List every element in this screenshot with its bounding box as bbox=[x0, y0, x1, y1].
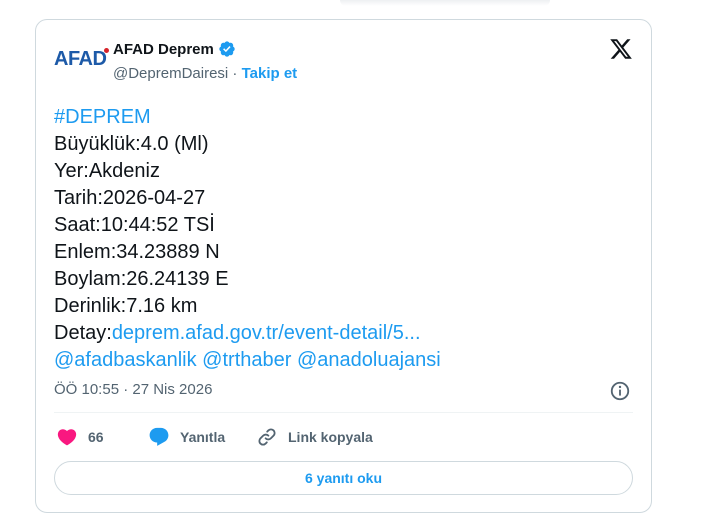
handle-separator: · bbox=[228, 65, 242, 82]
tweet-actions: 66 Yanıtla Link kopyala bbox=[56, 426, 373, 448]
detail-label: Detay: bbox=[54, 322, 112, 344]
logo-text: AFAD bbox=[54, 48, 107, 70]
date-line: Tarih:2026-04-27 bbox=[54, 187, 206, 209]
tweet-body: #DEPREM Büyüklük:4.0 (Ml) Yer:Akdeniz Ta… bbox=[54, 104, 644, 374]
like-count: 66 bbox=[88, 429, 104, 445]
link-icon bbox=[258, 428, 276, 446]
mention-afadbaskanlik[interactable]: @afadbaskanlik bbox=[54, 349, 197, 371]
reply-label: Yanıtla bbox=[180, 429, 226, 445]
follow-button[interactable]: Takip et bbox=[242, 65, 298, 82]
copy-link-button[interactable]: Link kopyala bbox=[256, 426, 373, 448]
copy-link-label: Link kopyala bbox=[288, 429, 373, 445]
mention-anadoluajansi[interactable]: @anadoluajansi bbox=[297, 349, 441, 371]
location-line: Yer:Akdeniz bbox=[54, 160, 160, 182]
divider bbox=[54, 412, 633, 413]
time-line: Saat:10:44:52 TSİ bbox=[54, 214, 215, 236]
afad-logo[interactable]: AFAD bbox=[54, 48, 109, 70]
reply-button[interactable]: Yanıtla bbox=[148, 426, 256, 448]
tweet-timestamp[interactable]: ÖÖ 10:55 · 27 Nis 2026 bbox=[54, 381, 212, 398]
longitude-line: Boylam:26.24139 E bbox=[54, 268, 229, 290]
read-replies-label: 6 yanıtı oku bbox=[304, 470, 383, 486]
latitude-line: Enlem:34.23889 N bbox=[54, 241, 220, 263]
hashtag-link[interactable]: #DEPREM bbox=[54, 106, 151, 128]
author-display-name[interactable]: AFAD Deprem bbox=[113, 41, 214, 58]
reply-bubble-icon bbox=[149, 427, 169, 446]
verified-badge-icon bbox=[219, 41, 235, 57]
mention-trthaber[interactable]: @trthaber bbox=[202, 349, 291, 371]
previous-embed-edge bbox=[340, 0, 550, 6]
magnitude-line: Büyüklük:4.0 (Ml) bbox=[54, 133, 209, 155]
author-handle[interactable]: @DepremDairesi bbox=[113, 65, 228, 82]
read-replies-button[interactable]: 6 yanıtı oku bbox=[54, 461, 633, 495]
tweet-card: AFAD AFAD Deprem @DepremDairesi · Takip … bbox=[35, 19, 652, 513]
info-icon[interactable] bbox=[609, 380, 631, 402]
depth-line: Derinlik:7.16 km bbox=[54, 295, 198, 317]
heart-icon bbox=[57, 429, 77, 446]
logo-dot bbox=[104, 48, 109, 53]
author-handle-row: @DepremDairesi · Takip et bbox=[113, 65, 297, 82]
x-logo-icon[interactable] bbox=[609, 37, 633, 61]
author-name-row: AFAD Deprem bbox=[113, 40, 236, 58]
like-button[interactable]: 66 bbox=[56, 426, 148, 448]
detail-link[interactable]: deprem.afad.gov.tr/event-detail/5... bbox=[112, 322, 421, 344]
